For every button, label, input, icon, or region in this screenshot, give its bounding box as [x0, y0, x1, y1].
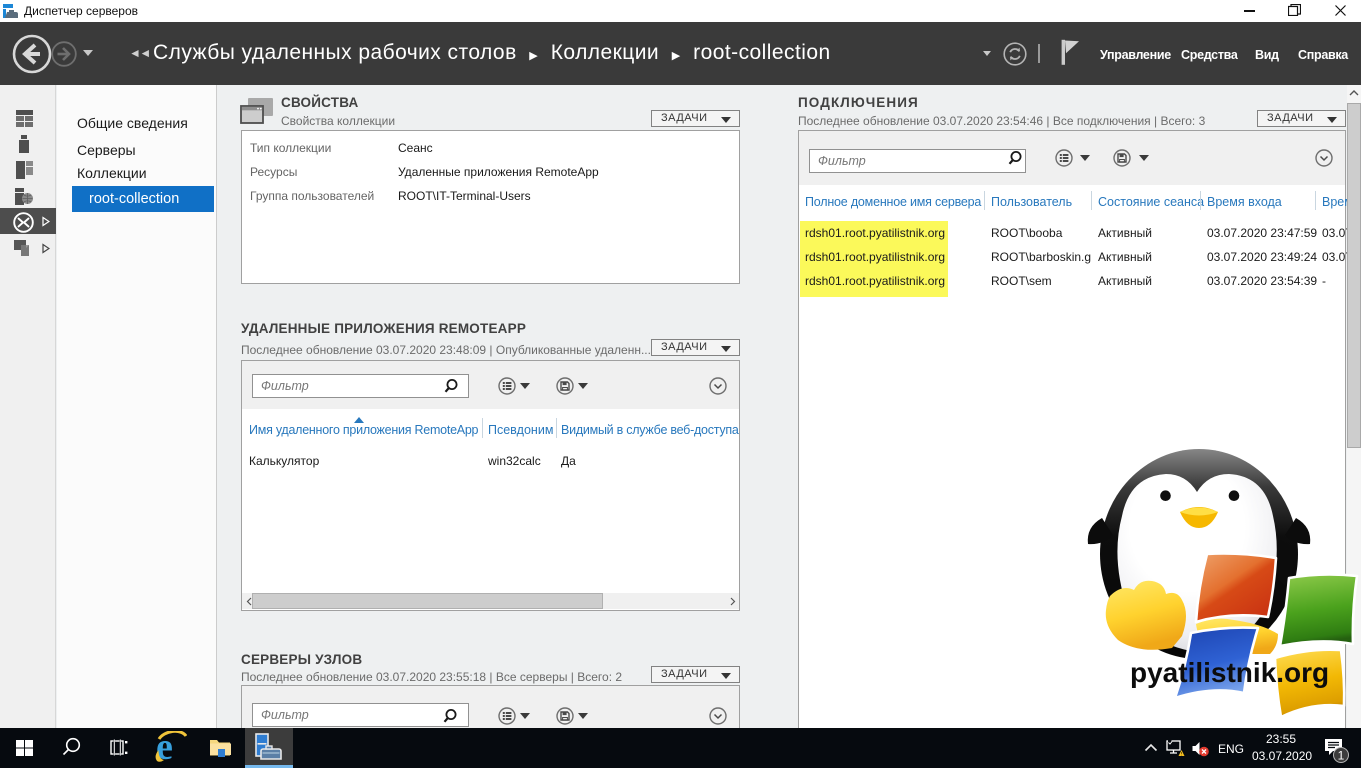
svg-text:1: 1 — [1338, 749, 1345, 763]
svg-text:pyatilistnik.org: pyatilistnik.org — [1130, 657, 1329, 688]
